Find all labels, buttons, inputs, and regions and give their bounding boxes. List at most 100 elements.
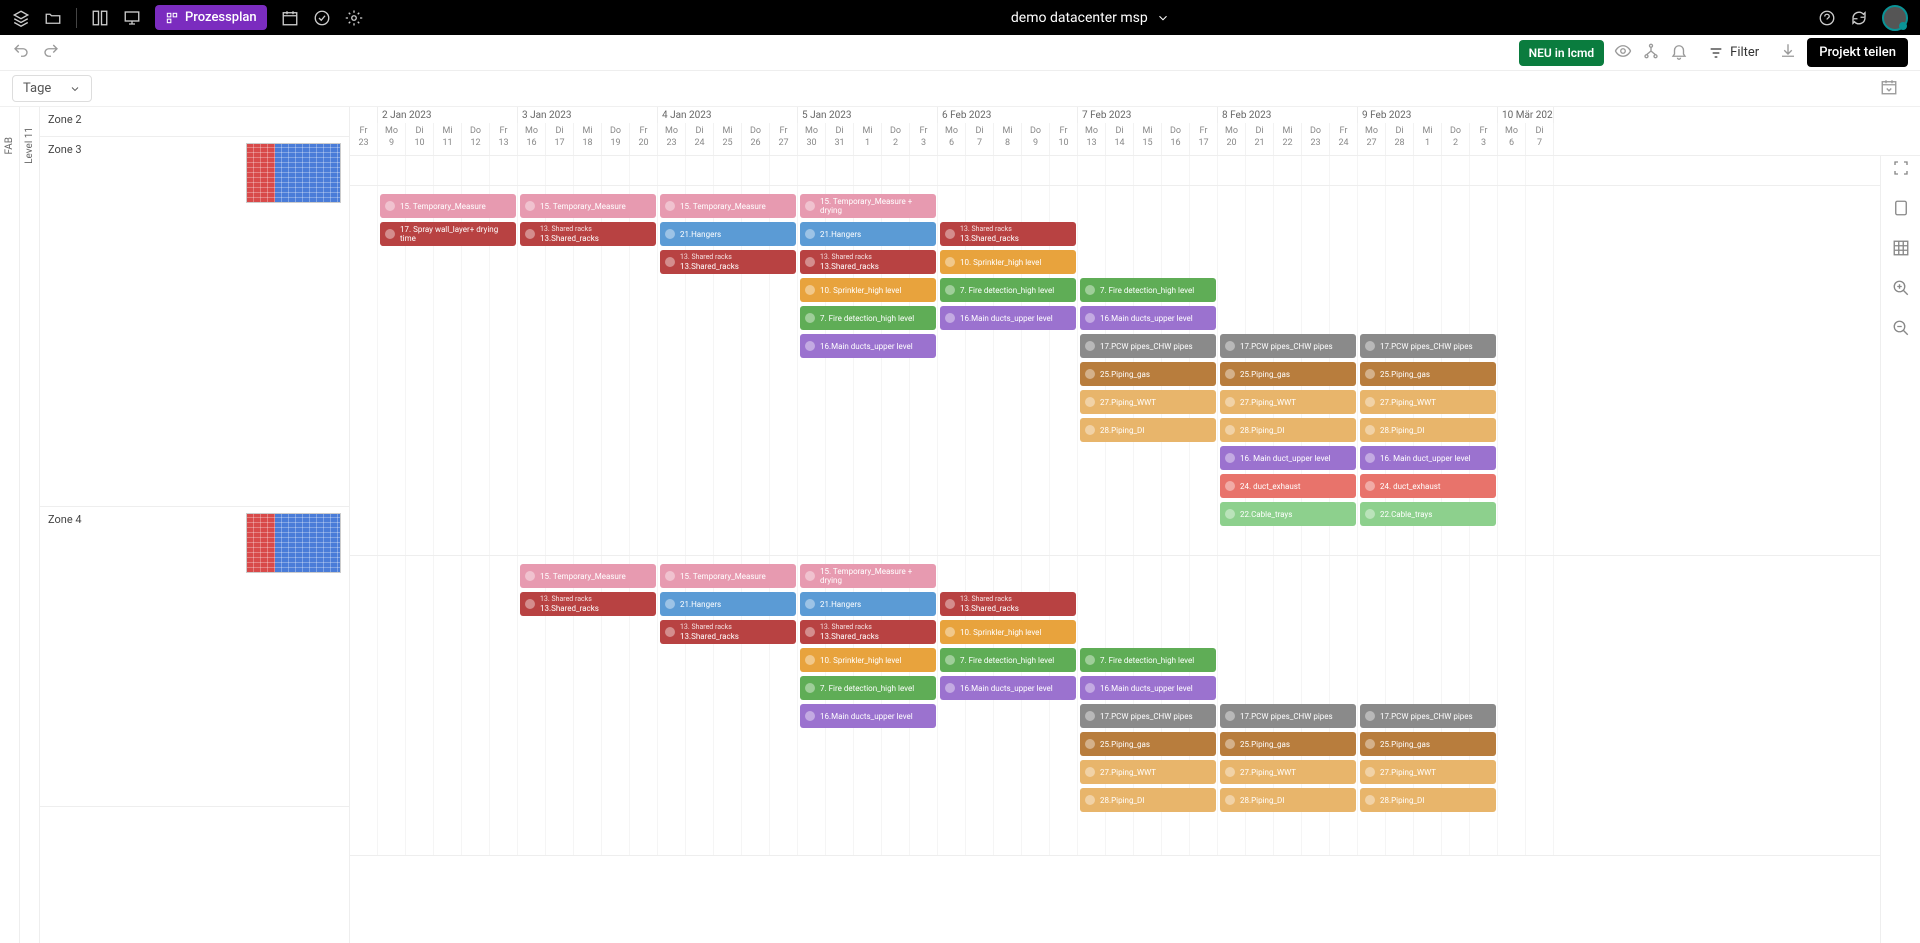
- zone-thumbnail[interactable]: [246, 143, 341, 203]
- share-project-button[interactable]: Projekt teilen: [1807, 38, 1908, 67]
- grid-icon[interactable]: [1892, 239, 1910, 261]
- gear-icon[interactable]: [345, 9, 363, 27]
- gantt-bar[interactable]: 7. Fire detection_high level: [800, 676, 936, 700]
- undo-icon[interactable]: [12, 42, 30, 64]
- zoom-in-icon[interactable]: [1892, 279, 1910, 301]
- gantt-bar[interactable]: 17.PCW pipes_CHW pipes: [1080, 704, 1216, 728]
- gantt-bar[interactable]: 7. Fire detection_high level: [940, 278, 1076, 302]
- hierarchy-icon[interactable]: [1642, 42, 1660, 64]
- zone-row[interactable]: Zone 3: [40, 137, 349, 507]
- user-avatar[interactable]: [1882, 5, 1908, 31]
- gantt-bar[interactable]: 28.Piping_DI: [1220, 418, 1356, 442]
- presentation-icon[interactable]: [123, 9, 141, 27]
- gantt-bar[interactable]: 22.Cable_trays: [1360, 502, 1496, 526]
- frame-icon[interactable]: [1892, 159, 1910, 181]
- folder-open-icon[interactable]: [44, 9, 62, 27]
- gantt-bar[interactable]: 25.Piping_gas: [1360, 732, 1496, 756]
- goto-today-icon[interactable]: [1880, 78, 1898, 100]
- gantt-bar[interactable]: 7. Fire detection_high level: [1080, 648, 1216, 672]
- gantt-bar[interactable]: 10. Sprinkler_high level: [940, 620, 1076, 644]
- new-in-lcmd-button[interactable]: NEU in lcmd: [1519, 40, 1604, 66]
- gantt-bar[interactable]: 25.Piping_gas: [1080, 362, 1216, 386]
- gantt-bar[interactable]: 25.Piping_gas: [1360, 362, 1496, 386]
- gantt-bar[interactable]: 13. Shared racks13.Shared_racks: [800, 620, 936, 644]
- gantt-bar[interactable]: 13. Shared racks13.Shared_racks: [940, 222, 1076, 246]
- gantt-bar[interactable]: 7. Fire detection_high level: [940, 648, 1076, 672]
- gantt-bar[interactable]: 17.PCW pipes_CHW pipes: [1220, 334, 1356, 358]
- gantt-bar[interactable]: 15. Temporary_Measure: [520, 194, 656, 218]
- layers-icon[interactable]: [12, 9, 30, 27]
- gantt-bar[interactable]: 16.Main ducts_upper level: [1080, 676, 1216, 700]
- gantt-bar[interactable]: 21.Hangers: [800, 592, 936, 616]
- gantt-bar[interactable]: 21.Hangers: [800, 222, 936, 246]
- gantt-bar[interactable]: 28.Piping_DI: [1080, 788, 1216, 812]
- gantt-bar[interactable]: 15. Temporary_Measure: [660, 564, 796, 588]
- gantt-bar[interactable]: 15. Temporary_Measure: [380, 194, 516, 218]
- gantt-bar[interactable]: 22.Cable_trays: [1220, 502, 1356, 526]
- gantt-bar[interactable]: 13. Shared racks13.Shared_racks: [800, 250, 936, 274]
- level-tab[interactable]: Level 11: [20, 107, 40, 943]
- gantt-bar[interactable]: 28.Piping_DI: [1220, 788, 1356, 812]
- gantt-bar[interactable]: 13. Shared racks13.Shared_racks: [660, 620, 796, 644]
- download-icon[interactable]: [1779, 42, 1797, 64]
- gantt-bar[interactable]: 13. Shared racks13.Shared_racks: [520, 222, 656, 246]
- gantt-bar[interactable]: 16.Main ducts_upper level: [1080, 306, 1216, 330]
- gantt-bar[interactable]: 28.Piping_DI: [1360, 418, 1496, 442]
- sync-icon[interactable]: [1850, 9, 1868, 27]
- gantt-bar[interactable]: 10. Sprinkler_high level: [940, 250, 1076, 274]
- gantt-bar[interactable]: 21.Hangers: [660, 592, 796, 616]
- project-selector[interactable]: demo datacenter msp: [1011, 10, 1170, 26]
- gantt-bar[interactable]: 16.Main ducts_upper level: [800, 704, 936, 728]
- gantt-bar[interactable]: 16.Main ducts_upper level: [940, 676, 1076, 700]
- gantt-bar[interactable]: 17.PCW pipes_CHW pipes: [1360, 334, 1496, 358]
- gantt-bar[interactable]: 28.Piping_DI: [1360, 788, 1496, 812]
- gantt-bar[interactable]: 25.Piping_gas: [1080, 732, 1216, 756]
- fab-tab[interactable]: FAB: [0, 107, 20, 943]
- gantt-bar[interactable]: 27.Piping_WWT: [1080, 760, 1216, 784]
- gantt-bar[interactable]: 16. Main duct_upper level: [1360, 446, 1496, 470]
- gantt-bar[interactable]: 27.Piping_WWT: [1080, 390, 1216, 414]
- help-icon[interactable]: [1818, 9, 1836, 27]
- gantt-bar[interactable]: 10. Sprinkler_high level: [800, 648, 936, 672]
- timeline[interactable]: 2 Jan 20233 Jan 20234 Jan 20235 Jan 2023…: [350, 107, 1920, 943]
- time-unit-dropdown[interactable]: Tage: [12, 75, 92, 102]
- gantt-bar[interactable]: 27.Piping_WWT: [1220, 760, 1356, 784]
- gantt-bar[interactable]: 13. Shared racks13.Shared_racks: [660, 250, 796, 274]
- check-circle-icon[interactable]: [313, 9, 331, 27]
- gantt-bar[interactable]: 28.Piping_DI: [1080, 418, 1216, 442]
- zone-thumbnail[interactable]: [246, 513, 341, 573]
- gantt-bar[interactable]: 13. Shared racks13.Shared_racks: [520, 592, 656, 616]
- gantt-bar[interactable]: 25.Piping_gas: [1220, 732, 1356, 756]
- gantt-bar[interactable]: 21.Hangers: [660, 222, 796, 246]
- gantt-bar[interactable]: 27.Piping_WWT: [1220, 390, 1356, 414]
- gantt-bar[interactable]: 7. Fire detection_high level: [1080, 278, 1216, 302]
- filter-button[interactable]: Filter: [1698, 39, 1769, 67]
- gantt-bar[interactable]: 27.Piping_WWT: [1360, 760, 1496, 784]
- process-plan-button[interactable]: Prozessplan: [155, 5, 267, 30]
- gantt-bar[interactable]: 16.Main ducts_upper level: [940, 306, 1076, 330]
- gantt-bar[interactable]: 15. Temporary_Measure: [520, 564, 656, 588]
- gantt-bar[interactable]: 25.Piping_gas: [1220, 362, 1356, 386]
- redo-icon[interactable]: [42, 42, 60, 64]
- gantt-bar[interactable]: 10. Sprinkler_high level: [800, 278, 936, 302]
- gantt-bar[interactable]: 13. Shared racks13.Shared_racks: [940, 592, 1076, 616]
- gantt-bar[interactable]: 15. Temporary_Measure: [660, 194, 796, 218]
- layout-icon[interactable]: [91, 9, 109, 27]
- gantt-bar[interactable]: 27.Piping_WWT: [1360, 390, 1496, 414]
- zoom-out-icon[interactable]: [1892, 319, 1910, 341]
- gantt-bar[interactable]: 16. Main duct_upper level: [1220, 446, 1356, 470]
- gantt-bar[interactable]: 24. duct_exhaust: [1220, 474, 1356, 498]
- gantt-bar[interactable]: 24. duct_exhaust: [1360, 474, 1496, 498]
- bell-icon[interactable]: [1670, 42, 1688, 64]
- gantt-bar[interactable]: 17.PCW pipes_CHW pipes: [1360, 704, 1496, 728]
- gantt-bar[interactable]: 17.PCW pipes_CHW pipes: [1220, 704, 1356, 728]
- gantt-bar[interactable]: 17. Spray wall_layer+ drying time: [380, 222, 516, 246]
- zone-row[interactable]: Zone 2: [40, 107, 349, 137]
- calendar-icon[interactable]: [281, 9, 299, 27]
- gantt-bar[interactable]: 15. Temporary_Measure + drying: [800, 194, 936, 218]
- gantt-bar[interactable]: 16.Main ducts_upper level: [800, 334, 936, 358]
- gantt-bar[interactable]: 17.PCW pipes_CHW pipes: [1080, 334, 1216, 358]
- gantt-bar[interactable]: 7. Fire detection_high level: [800, 306, 936, 330]
- zone-row[interactable]: Zone 4: [40, 507, 349, 807]
- tablet-icon[interactable]: [1892, 199, 1910, 221]
